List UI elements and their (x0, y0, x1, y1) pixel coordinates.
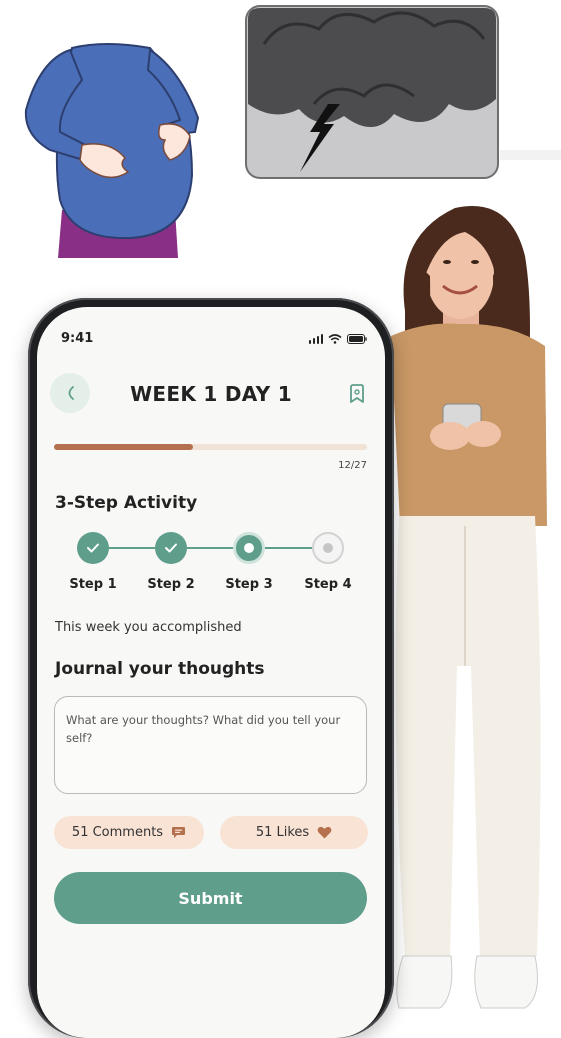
pending-step-dot (323, 543, 333, 553)
progress-bar-fill (54, 444, 194, 450)
journal-title: Journal your thoughts (55, 659, 265, 679)
status-time: 9:41 (61, 331, 94, 346)
woman-photo (391, 206, 547, 1009)
signal-icon (308, 334, 323, 344)
step-2-indicator[interactable] (155, 532, 187, 564)
status-bar: 9:41 (37, 331, 385, 351)
step-connector (108, 547, 155, 549)
battery-icon (347, 334, 367, 344)
check-icon (165, 543, 177, 553)
step-3-label: Step 3 (225, 577, 273, 592)
progress-bar (54, 444, 367, 450)
comments-button[interactable]: 51 Comments (54, 816, 204, 849)
likes-button[interactable]: 51 Likes (220, 816, 368, 849)
check-icon (87, 543, 99, 553)
likes-label: 51 Likes (255, 825, 310, 840)
bookmark-icon[interactable] (347, 383, 367, 405)
pregnancy-illustration (24, 43, 200, 258)
step-connector (186, 547, 233, 549)
background-strip (500, 150, 561, 160)
back-button[interactable] (50, 373, 90, 413)
chevron-left-icon (68, 386, 74, 400)
comment-icon (172, 827, 186, 838)
phone-frame: 9:41 WEEK 1 DAY 1 12/27 3-Step Activity … (28, 298, 394, 1038)
current-step-dot (244, 543, 254, 553)
activity-title: 3-Step Activity (55, 493, 198, 513)
accomplished-text: This week you accomplished (55, 620, 242, 635)
app-screen: 9:41 WEEK 1 DAY 1 12/27 3-Step Activity … (37, 307, 385, 1038)
progress-count: 12/27 (338, 460, 367, 471)
journal-input[interactable]: What are your thoughts? What did you tel… (54, 696, 367, 794)
journal-placeholder: What are your thoughts? What did you tel… (66, 713, 341, 746)
submit-button[interactable]: Submit (54, 872, 367, 924)
comments-label: 51 Comments (71, 825, 164, 840)
step-1-indicator[interactable] (77, 532, 109, 564)
step-1-label: Step 1 (69, 577, 117, 592)
step-3-indicator[interactable] (233, 532, 265, 564)
step-4-indicator[interactable] (312, 532, 344, 564)
heart-icon (317, 826, 332, 839)
step-2-label: Step 2 (147, 577, 195, 592)
storm-cloud-illustration (245, 5, 499, 179)
page-title: WEEK 1 DAY 1 (130, 382, 292, 406)
step-4-label: Step 4 (304, 577, 352, 592)
step-connector (265, 547, 312, 549)
wifi-icon (328, 334, 342, 344)
